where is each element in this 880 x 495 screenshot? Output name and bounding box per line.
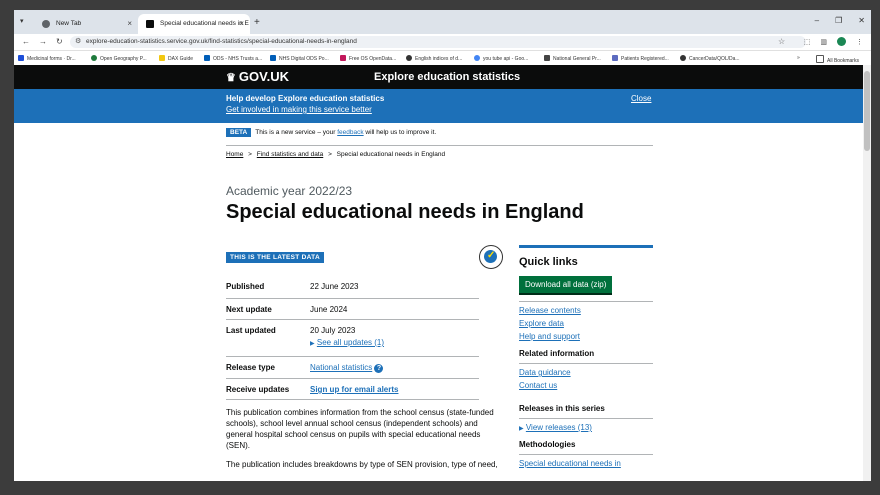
meta-row-next-update: Next update June 2024 — [226, 299, 479, 320]
tab-new-tab[interactable]: New Tab × — [34, 14, 138, 34]
chrome-icon — [42, 20, 50, 28]
methodology-link[interactable]: Special educational needs in — [519, 459, 653, 468]
release-type-link[interactable]: National statistics ? — [310, 363, 384, 373]
bookmark-item[interactable]: Open Geography P... — [91, 55, 147, 62]
breadcrumb-find-statistics[interactable]: Find statistics and data — [257, 151, 323, 158]
quick-links-panel: Quick links Download all data (zip) Rele… — [519, 245, 653, 468]
releases-series-heading: Releases in this series — [519, 404, 605, 413]
banner-close-link[interactable]: Close — [631, 94, 651, 103]
bookmark-item[interactable]: Medicinal forms · Dr... — [18, 55, 76, 62]
bookmark-item[interactable]: you tube api - Goo... — [474, 55, 528, 62]
release-metadata: Published 22 June 2023 Next update June … — [226, 276, 479, 400]
url-input[interactable]: ⚙ explore-education-statistics.service.g… — [70, 36, 806, 48]
breadcrumb: Home > Find statistics and data > Specia… — [226, 151, 446, 158]
tab-bar: ▾ New Tab × Special educational needs in… — [14, 10, 871, 34]
bookmark-item[interactable]: Patients Registered... — [612, 55, 669, 62]
all-bookmarks[interactable]: All Bookmarks — [816, 55, 859, 64]
menu-icon[interactable]: ⋮ — [856, 38, 863, 46]
download-all-data-button[interactable]: Download all data (zip) — [519, 276, 613, 293]
address-bar: ← → ↻ ⚙ explore-education-statistics.ser… — [14, 34, 871, 51]
help-support-link[interactable]: Help and support — [519, 332, 653, 341]
view-releases-link[interactable]: ▶ View releases (13) — [519, 423, 653, 432]
browser-window: ▾ New Tab × Special educational needs in… — [14, 10, 871, 481]
reload-icon[interactable]: ↻ — [56, 37, 63, 46]
triangle-right-icon: ▶ — [310, 341, 315, 347]
methodologies-heading: Methodologies — [519, 440, 576, 449]
latest-data-tag: THIS IS THE LATEST DATA — [226, 252, 324, 263]
close-tab-icon[interactable]: × — [127, 19, 132, 28]
service-name[interactable]: Explore education statistics — [374, 71, 520, 83]
site-info-icon[interactable]: ⚙ — [75, 37, 81, 45]
profile-avatar[interactable] — [837, 37, 846, 46]
govuk-favicon-icon — [146, 20, 154, 28]
beta-tag: BETA — [226, 128, 252, 137]
scrollbar-thumb[interactable] — [864, 71, 870, 151]
forward-icon[interactable]: → — [39, 37, 47, 46]
close-tab-icon[interactable]: × — [239, 19, 244, 28]
new-tab-icon[interactable]: + — [254, 17, 260, 28]
triangle-right-icon: ▶ — [519, 426, 524, 432]
web-page: ♛ GOV.UK Explore education statistics Hel… — [14, 65, 871, 481]
divider — [519, 418, 653, 419]
feedback-banner: Help develop Explore education statistic… — [14, 89, 871, 123]
banner-title: Help develop Explore education statistic… — [226, 94, 385, 103]
back-icon[interactable]: ← — [22, 37, 30, 46]
page-caption: Academic year 2022/23 — [226, 184, 353, 198]
divider — [519, 454, 653, 455]
govuk-logo[interactable]: ♛ GOV.UK — [226, 69, 289, 84]
national-statistics-badge-icon: ✓ — [479, 245, 503, 269]
phase-banner: BETA This is a new service – your feedbac… — [226, 128, 436, 137]
meta-row-receive-updates: Receive updates Sign up for email alerts — [226, 379, 479, 400]
divider — [519, 363, 653, 364]
tab-label: New Tab — [56, 20, 82, 27]
tab-active[interactable]: Special educational needs in E × — [138, 14, 250, 34]
window-controls: – ❐ ✕ — [815, 16, 865, 25]
tab-search-icon[interactable]: ▾ — [20, 17, 24, 25]
govuk-header: ♛ GOV.UK Explore education statistics — [14, 65, 871, 89]
bookmark-item[interactable]: CancerData/QOL/Da... — [680, 55, 740, 62]
meta-row-published: Published 22 June 2023 — [226, 276, 479, 299]
breadcrumb-home[interactable]: Home — [226, 151, 243, 158]
bookmark-item[interactable]: Free OS OpenData... — [340, 55, 396, 62]
help-icon[interactable]: ? — [374, 364, 384, 373]
see-all-updates-link[interactable]: ▶ See all updates (1) — [310, 338, 384, 347]
bookmark-item[interactable]: DAX Guide — [159, 55, 193, 62]
explore-data-link[interactable]: Explore data — [519, 319, 653, 328]
meta-row-last-updated: Last updated 20 July 2023 ▶ See all upda… — [226, 320, 479, 357]
url-text: explore-education-statistics.service.gov… — [86, 38, 357, 45]
restore-icon[interactable]: ❐ — [835, 16, 842, 25]
summary-text: This publication combines information fr… — [226, 408, 498, 469]
bookmark-item[interactable]: ODS - NHS Trusts a... — [204, 55, 262, 62]
meta-row-release-type: Release type National statistics ? — [226, 357, 479, 379]
feedback-link[interactable]: feedback — [337, 129, 363, 136]
quick-links-title: Quick links — [519, 256, 578, 268]
contact-us-link[interactable]: Contact us — [519, 381, 653, 390]
release-contents-link[interactable]: Release contents — [519, 306, 653, 315]
bookmark-item[interactable]: NHS Digital ODS Po... — [270, 55, 329, 62]
banner-link[interactable]: Get involved in making this service bett… — [226, 105, 372, 114]
extensions-icon[interactable]: ⬚ — [804, 38, 811, 46]
data-guidance-link[interactable]: Data guidance — [519, 368, 653, 377]
breadcrumb-current: Special educational needs in England — [336, 151, 446, 158]
panel-top-border — [519, 245, 653, 248]
close-window-icon[interactable]: ✕ — [858, 16, 865, 25]
crown-icon: ♛ — [226, 72, 236, 84]
divider — [226, 145, 653, 146]
side-panel-icon[interactable]: ▥ — [820, 38, 827, 46]
bookmark-item[interactable]: National General Pr... — [544, 55, 601, 62]
email-alerts-link[interactable]: Sign up for email alerts — [310, 385, 398, 394]
page-scrollbar[interactable] — [863, 65, 871, 481]
minimize-icon[interactable]: – — [815, 16, 819, 25]
bookmark-item[interactable]: English indices of d... — [406, 55, 462, 62]
more-bookmarks-icon[interactable]: » — [797, 55, 800, 61]
page-title: Special educational needs in England — [226, 201, 584, 223]
tab-label: Special educational needs in E — [160, 20, 249, 27]
divider — [519, 301, 653, 302]
bookmark-star-icon[interactable]: ☆ — [778, 37, 785, 46]
bookmarks-bar: Medicinal forms · Dr... Open Geography P… — [14, 51, 871, 66]
related-information-heading: Related information — [519, 349, 595, 358]
